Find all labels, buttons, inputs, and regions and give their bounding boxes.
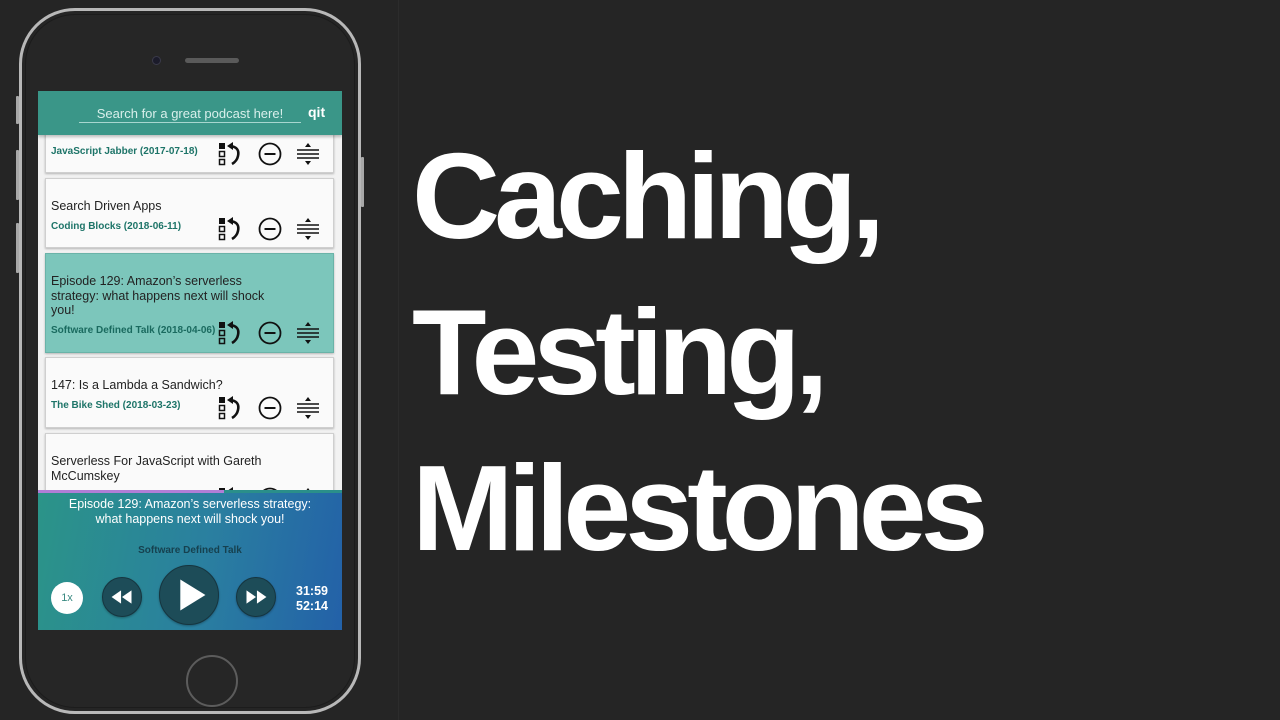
play-button[interactable] (159, 565, 219, 625)
home-button[interactable] (186, 655, 238, 707)
queue-item-active[interactable]: Episode 129: Amazon’s serverless strateg… (45, 253, 334, 353)
headline-line: Testing, (412, 284, 829, 420)
speaker-grille (185, 58, 239, 63)
app-header: qit (38, 91, 342, 135)
move-to-top-icon[interactable] (217, 216, 243, 242)
now-playing-show: Software Defined Talk (138, 545, 242, 556)
reorder-icon[interactable] (295, 216, 321, 242)
power-button (361, 157, 364, 207)
playback-speed-button[interactable]: 1x (51, 582, 83, 614)
queue-item-actions (217, 141, 327, 167)
queue-item-actions (217, 395, 327, 421)
reorder-icon[interactable] (295, 320, 321, 346)
now-playing-panel: Episode 129: Amazon’s serverless strateg… (38, 493, 342, 630)
app-screen: qit JavaScript Jabber (2017-07-18) Searc… (38, 91, 342, 630)
elapsed-time: 31:59 (296, 584, 328, 598)
queue-item-title: Serverless For JavaScript with Gareth Mc… (51, 454, 262, 483)
mute-switch (16, 96, 19, 124)
reorder-icon[interactable] (295, 395, 321, 421)
move-to-top-icon[interactable] (217, 395, 243, 421)
rewind-button[interactable] (102, 577, 142, 617)
camera-icon (152, 56, 161, 65)
remove-icon[interactable] (257, 320, 283, 346)
volume-up-button (16, 150, 19, 200)
play-icon (180, 579, 206, 611)
queue-item[interactable]: Search Driven Apps Coding Blocks (2018-0… (45, 178, 334, 248)
total-duration: 52:14 (296, 599, 328, 613)
queue-item-subtitle: Coding Blocks (2018-06-11) (51, 221, 182, 232)
queue-item-title: Search Driven Apps (51, 199, 162, 213)
queue-item-subtitle: The Bike Shed (2018-03-23) (51, 400, 181, 411)
move-to-top-icon[interactable] (217, 141, 243, 167)
remove-icon[interactable] (257, 141, 283, 167)
headline-line: Milestones (412, 440, 988, 576)
remove-icon[interactable] (257, 395, 283, 421)
search-input[interactable] (79, 104, 301, 123)
app-logo[interactable]: qit (308, 104, 325, 120)
volume-down-button (16, 223, 19, 273)
queue-item-title: 147: Is a Lambda a Sandwich? (51, 378, 223, 392)
reorder-icon[interactable] (295, 141, 321, 167)
move-to-top-icon[interactable] (217, 320, 243, 346)
queue-item[interactable]: 147: Is a Lambda a Sandwich? The Bike Sh… (45, 357, 334, 428)
queue-item-subtitle: JavaScript Jabber (2017-07-18) (51, 146, 198, 157)
divider (398, 0, 399, 720)
queue-item-actions (217, 216, 327, 242)
fast-forward-icon (246, 590, 267, 604)
fast-forward-button[interactable] (236, 577, 276, 617)
queue-item-title: Episode 129: Amazon’s serverless strateg… (51, 274, 265, 317)
now-playing-title: Episode 129: Amazon’s serverless strateg… (68, 497, 312, 526)
headline: Caching, Testing, Milestones (412, 118, 988, 586)
headline-line: Caching, (412, 128, 885, 264)
remove-icon[interactable] (257, 216, 283, 242)
rewind-icon (111, 590, 132, 604)
queue-item-subtitle: Software Defined Talk (2018-04-06) (51, 325, 216, 336)
queue-item-actions (217, 320, 327, 346)
